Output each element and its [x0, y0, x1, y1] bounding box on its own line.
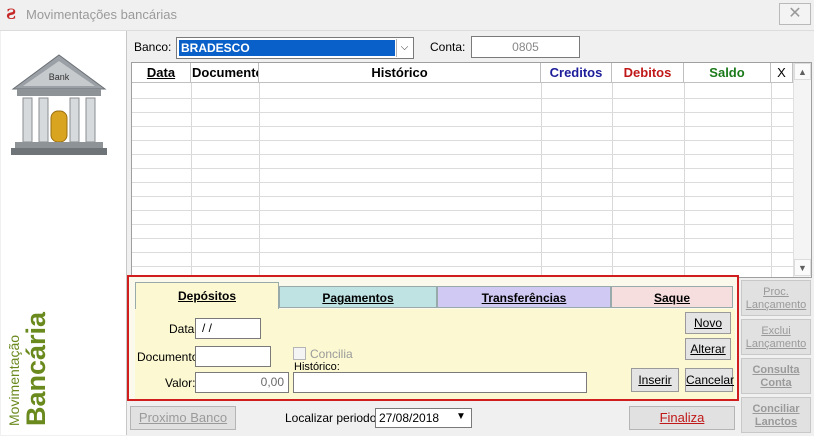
document-field[interactable] [195, 346, 271, 367]
window-title: Movimentações bancárias [26, 7, 178, 22]
novo-button[interactable]: Novo [685, 312, 731, 334]
sidebar: Bank Movimentação Bancária [1, 31, 127, 435]
sidebar-title-small: Movimentação [6, 334, 22, 426]
column-header-creditos[interactable]: Creditos [541, 63, 612, 83]
grid-row-divider [132, 112, 793, 113]
tab-saque[interactable]: Saque [611, 286, 733, 308]
period-label: Localizar periodo: [285, 411, 380, 425]
account-label: Conta: [430, 40, 466, 54]
bank-select-value: BRADESCO [179, 40, 395, 56]
grid-row-divider [132, 182, 793, 183]
inserir-button[interactable]: Inserir [631, 368, 679, 392]
cancelar-button[interactable]: Cancelar [685, 368, 734, 392]
tab-depositos[interactable]: Depósitos [135, 282, 279, 309]
history-field[interactable] [293, 372, 587, 393]
close-button[interactable]: ✕ [779, 3, 811, 25]
grid-row-divider [132, 266, 793, 267]
grid-row-divider [132, 224, 793, 225]
date-field[interactable]: / / [195, 318, 261, 339]
consulta-conta-button[interactable]: Consulta Conta [741, 358, 811, 394]
grid-scrollbar[interactable]: ▲ ▼ [793, 63, 811, 277]
bank-building-icon: Bank [11, 54, 107, 155]
sidebar-title-big: Bancária [21, 311, 51, 426]
tab-transferencias[interactable]: Transferências [437, 286, 611, 308]
concilia-checkbox[interactable] [293, 347, 306, 360]
grid-row-divider [132, 140, 793, 141]
period-value: 27/08/2018 [379, 411, 440, 425]
concilia-label: Concilia [310, 347, 353, 361]
proc-lancamento-button[interactable]: Proc. Lançamento [741, 280, 811, 316]
exclui-lancamento-label: Exclui Lançamento [745, 324, 807, 350]
title-bar: Ƨ Movimentações bancárias ✕ [0, 0, 814, 30]
proc-lancamento-label: Proc. Lançamento [745, 285, 807, 311]
period-select[interactable]: 27/08/2018 ▼ [375, 408, 472, 428]
grid-row-divider [132, 196, 793, 197]
value-label: Valor: [165, 376, 196, 390]
grid-row-divider [132, 154, 793, 155]
chevron-down-icon[interactable]: ▼ [456, 411, 466, 422]
conciliar-lanctos-button[interactable]: Conciliar Lanctos [741, 397, 811, 433]
column-header-historico[interactable]: Histórico [259, 63, 541, 83]
account-field[interactable]: 0805 [471, 36, 580, 58]
bank-sign-text: Bank [49, 72, 70, 82]
column-header-data[interactable]: Data [132, 63, 191, 83]
conciliar-lanctos-label: Conciliar Lanctos [752, 402, 800, 428]
grid-row-divider [132, 252, 793, 253]
app-s-icon: Ƨ [6, 7, 17, 23]
deposit-form: Data: / / Documento: Concilia Histórico:… [135, 309, 735, 399]
grid-row-divider [132, 210, 793, 211]
scroll-up-icon[interactable]: ▲ [794, 63, 811, 80]
alterar-button[interactable]: Alterar [685, 338, 731, 360]
tab-pagamentos[interactable]: Pagamentos [279, 286, 437, 308]
grid-row-divider [132, 98, 793, 99]
chevron-down-icon[interactable]: ⌵ [396, 39, 412, 57]
transactions-grid[interactable]: Data Documento Histórico Creditos Debito… [131, 62, 812, 278]
column-header-debitos[interactable]: Debitos [612, 63, 684, 83]
grid-row-divider [132, 238, 793, 239]
value-field[interactable]: 0,00 [195, 372, 289, 393]
bank-label: Banco: [134, 40, 172, 54]
entry-panel: Depósitos Pagamentos Transferências Saqu… [127, 275, 739, 401]
proximo-banco-button[interactable]: Proximo Banco [130, 406, 236, 430]
column-header-x[interactable]: X [771, 63, 793, 83]
exclui-lancamento-button[interactable]: Exclui Lançamento [741, 319, 811, 355]
sidebar-title: Movimentação Bancária [6, 311, 51, 426]
grid-row-divider [132, 168, 793, 169]
date-label: Data: [169, 322, 198, 336]
bank-select[interactable]: BRADESCO ⌵ [176, 37, 414, 59]
finaliza-button[interactable]: Finaliza [629, 406, 735, 430]
consulta-conta-label: Consulta Conta [752, 363, 800, 389]
document-label: Documento: [137, 350, 202, 364]
column-header-documento[interactable]: Documento [191, 63, 259, 83]
column-header-saldo[interactable]: Saldo [684, 63, 771, 83]
grid-row-divider [132, 126, 793, 127]
scroll-down-icon[interactable]: ▼ [794, 259, 811, 276]
